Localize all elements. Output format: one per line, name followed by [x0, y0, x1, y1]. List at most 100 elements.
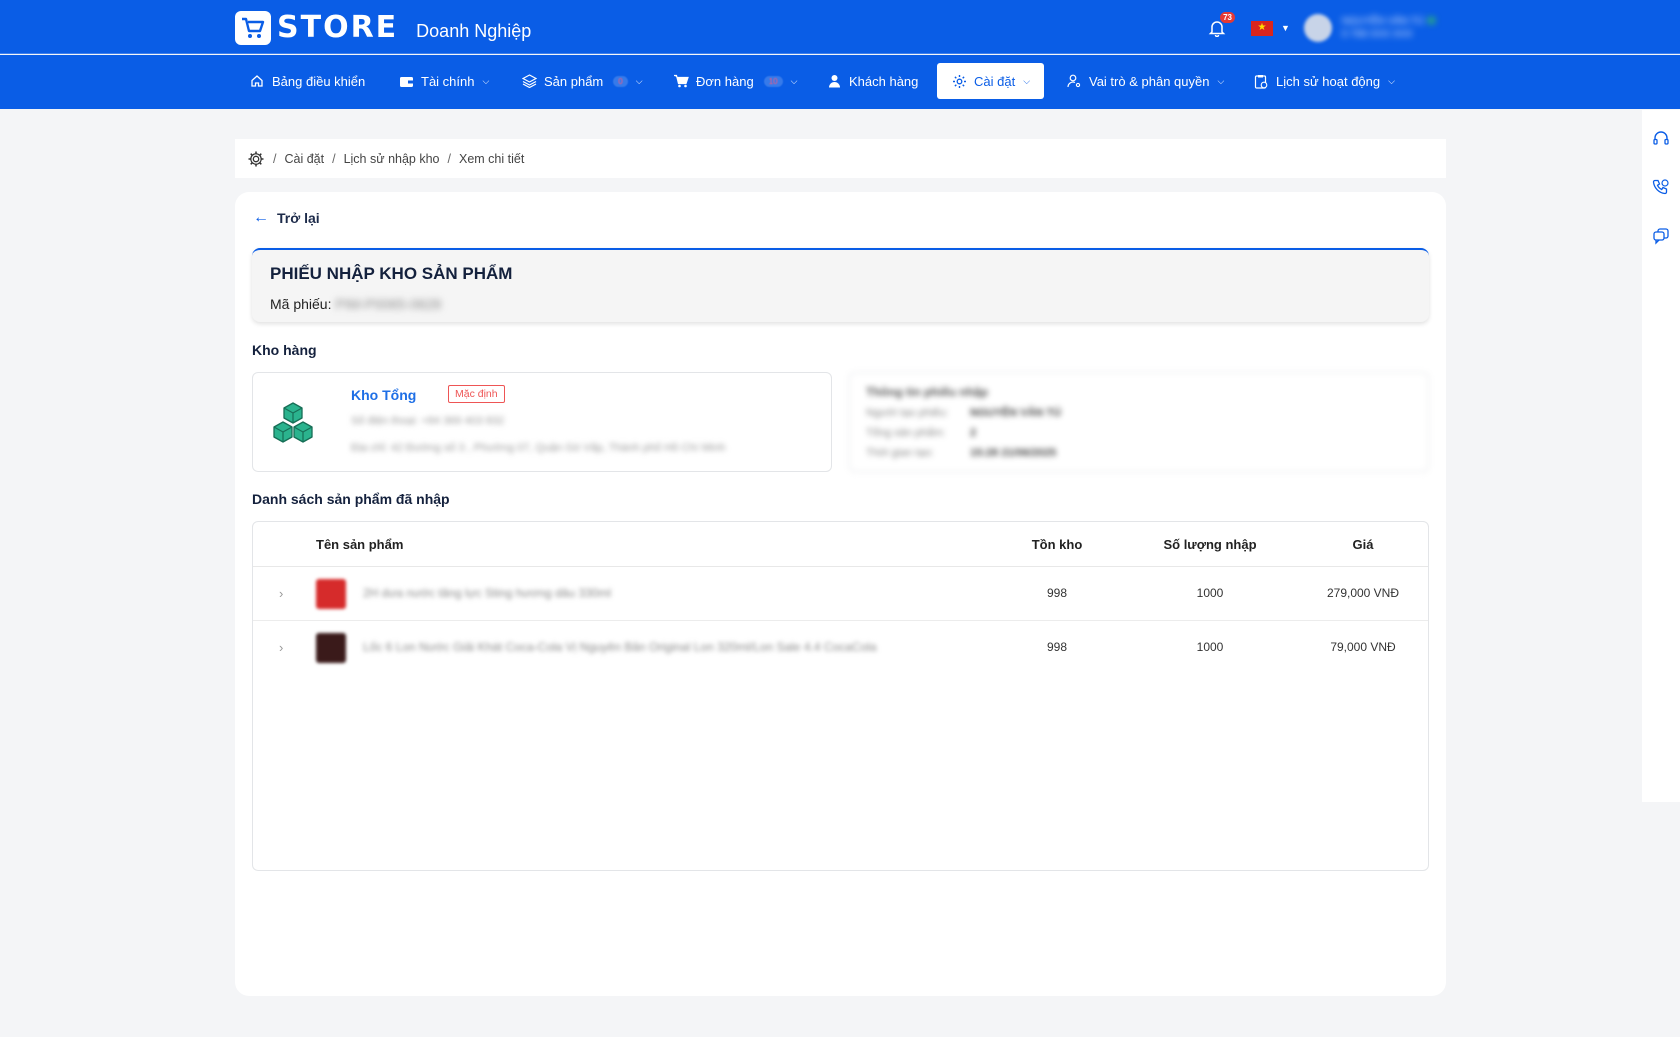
receipt-code-label: Mã phiếu:: [270, 296, 332, 312]
nav-finance[interactable]: Tài chính ⌵: [384, 63, 503, 99]
nav-label: Cài đặt: [974, 73, 1016, 89]
breadcrumb-view-detail: Xem chi tiết: [459, 151, 525, 166]
cart-icon: [673, 73, 689, 89]
logo-subtitle: Doanh Nghiệp: [416, 21, 532, 41]
back-label: Trở lại: [277, 210, 320, 226]
creator-label: Người tạo phiếu:: [866, 407, 949, 419]
settings-gear-icon[interactable]: [247, 150, 265, 168]
nav-products[interactable]: Sản phẩm 0 ⌵: [507, 63, 657, 99]
online-status-dot: [1427, 17, 1435, 24]
receipt-code-value: PIM-P0065-0628: [335, 296, 442, 312]
user-key-icon: [1066, 73, 1082, 89]
phone-support-icon[interactable]: [1651, 177, 1671, 197]
breadcrumb: / Cài đặt / Lịch sử nhập kho / Xem chi t…: [235, 139, 1446, 178]
chevron-right-icon[interactable]: ›: [279, 586, 283, 601]
back-button[interactable]: ← Trở lại: [253, 209, 320, 227]
arrow-left-icon: ←: [253, 209, 269, 226]
receipt-info-title: Thông tin phiếu nhập: [866, 385, 988, 399]
stock-value: 998: [1046, 586, 1068, 600]
table-row[interactable]: › 2H dưa nước tăng lực Sting hương dâu 3…: [253, 567, 1428, 621]
product-name[interactable]: 2H dưa nước tăng lực Sting hương dâu 330…: [363, 586, 611, 600]
imported-products-table: Tên sản phẩm Tồn kho Số lượng nhập Giá ›…: [252, 521, 1429, 871]
receipt-info-card: Thông tin phiếu nhập Người tạo phiếu: NG…: [849, 372, 1429, 472]
wallet-icon: [398, 73, 414, 89]
nav-roles[interactable]: Vai trò & phân quyền ⌵: [1052, 63, 1238, 99]
table-row[interactable]: › Lốc 6 Lon Nước Giải Khát Coca-Cola Vị …: [253, 621, 1428, 675]
receipt-header: PHIẾU NHẬP KHO SẢN PHẨM Mã phiếu: PIM-P0…: [252, 248, 1429, 322]
warehouse-section-title: Kho hàng: [252, 342, 317, 358]
cart-logo-icon: [235, 10, 271, 45]
main-navigation: Bảng điều khiển Tài chính ⌵ Sản phẩm 0 ⌵…: [0, 55, 1680, 109]
receipt-code: Mã phiếu: PIM-P0065-0628: [270, 296, 441, 312]
time-row: Thời gian tạo: 15:28 21/06/2025: [866, 447, 1056, 459]
clipboard-clock-icon: [1253, 73, 1269, 89]
nav-label: Bảng điều khiển: [272, 73, 366, 89]
column-import-qty: Số lượng nhập: [1163, 537, 1257, 552]
chevron-right-icon[interactable]: ›: [279, 640, 283, 655]
nav-dashboard[interactable]: Bảng điều khiển: [235, 63, 379, 99]
import-qty-value: 1000: [1196, 640, 1224, 654]
warehouse-name[interactable]: Kho Tổng: [351, 387, 416, 403]
vietnam-flag-icon[interactable]: ★: [1251, 20, 1273, 36]
chevron-down-icon: ⌵: [635, 75, 643, 86]
warehouse-address: Địa chỉ: 42 Đường số 3 , Phường 07, Quận…: [351, 442, 726, 454]
breadcrumb-separator: /: [332, 151, 336, 166]
import-qty-value: 1000: [1196, 586, 1224, 600]
creator-value: NGUYỄN VĂN TÚ: [970, 407, 1062, 419]
nav-activity-history[interactable]: Lịch sử hoạt động ⌵: [1239, 63, 1409, 99]
gear-icon: [951, 73, 967, 89]
chevron-down-icon: ⌵: [790, 75, 798, 86]
product-name[interactable]: Lốc 6 Lon Nước Giải Khát Coca-Cola Vị Ng…: [363, 640, 877, 654]
total-label: Tổng sản phẩm:: [866, 427, 946, 439]
breadcrumb-import-history[interactable]: Lịch sử nhập kho: [344, 152, 440, 166]
user-info[interactable]: NGUYỄN VĂN TÚ 0 769 XXX XXX: [1342, 15, 1435, 41]
creator-row: Người tạo phiếu: NGUYỄN VĂN TÚ: [866, 407, 1061, 419]
breadcrumb-separator: /: [447, 151, 451, 166]
boxes-icon: [269, 401, 317, 447]
layers-icon: [521, 73, 537, 89]
warehouse-card: Kho Tổng Mặc định Số điện thoại: +84 369…: [252, 372, 832, 472]
breadcrumb-settings[interactable]: Cài đặt: [284, 152, 324, 166]
total-value: 2: [970, 427, 977, 439]
support-toolbar: [1642, 110, 1680, 802]
home-icon: [249, 73, 265, 89]
products-section-title: Danh sách sản phẩm đã nhập: [252, 491, 450, 507]
notification-bell-icon[interactable]: 73: [1205, 12, 1235, 40]
user-phone: 0 769 XXX XXX: [1341, 29, 1413, 40]
nav-label: Lịch sử hoạt động: [1276, 73, 1381, 89]
time-value: 15:28 21/06/2025: [970, 447, 1057, 459]
warehouse-phone: Số điện thoại: +84 369 403 832: [351, 415, 505, 427]
time-label: Thời gian tạo:: [866, 447, 934, 459]
nav-badge: 10: [763, 75, 783, 87]
nav-orders[interactable]: Đơn hàng 10 ⌵: [659, 63, 811, 99]
user-icon: [826, 73, 842, 89]
table-header: Tên sản phẩm Tồn kho Số lượng nhập Giá: [253, 522, 1428, 567]
nav-label: Sản phẩm: [544, 73, 604, 89]
user-avatar[interactable]: [1303, 14, 1332, 42]
default-tag: Mặc định: [448, 385, 505, 403]
column-stock: Tồn kho: [1031, 537, 1083, 552]
nav-label: Đơn hàng: [696, 73, 754, 89]
nav-badge: 0: [613, 75, 628, 87]
chevron-down-icon: ⌵: [482, 75, 490, 86]
nav-customers[interactable]: Khách hàng: [812, 63, 932, 99]
chat-icon[interactable]: [1651, 226, 1671, 246]
nav-label: Tài chính: [421, 73, 475, 89]
app-logo[interactable]: STORE Doanh Nghiệp: [235, 10, 531, 45]
headset-icon[interactable]: [1651, 129, 1671, 149]
logo-text: STORE: [277, 10, 399, 45]
nav-settings[interactable]: Cài đặt ⌵: [937, 63, 1045, 99]
stock-value: 998: [1046, 640, 1068, 654]
nav-label: Khách hàng: [849, 73, 919, 89]
breadcrumb-separator: /: [273, 151, 277, 166]
user-name: NGUYỄN VĂN TÚ: [1341, 16, 1424, 27]
column-product-name: Tên sản phẩm: [316, 537, 404, 552]
top-header: STORE Doanh Nghiệp 73 ★ ▼ NGUYỄN VĂN TÚ …: [0, 0, 1680, 54]
price-value: 279,000 VNĐ: [1326, 586, 1400, 600]
notification-badge: 73: [1220, 12, 1235, 23]
chevron-down-icon: ⌵: [1023, 75, 1031, 86]
language-caret-icon[interactable]: ▼: [1281, 23, 1290, 33]
receipt-title: PHIẾU NHẬP KHO SẢN PHẨM: [270, 264, 513, 283]
nav-label: Vai trò & phân quyền: [1089, 73, 1210, 89]
price-value: 79,000 VNĐ: [1330, 640, 1396, 654]
